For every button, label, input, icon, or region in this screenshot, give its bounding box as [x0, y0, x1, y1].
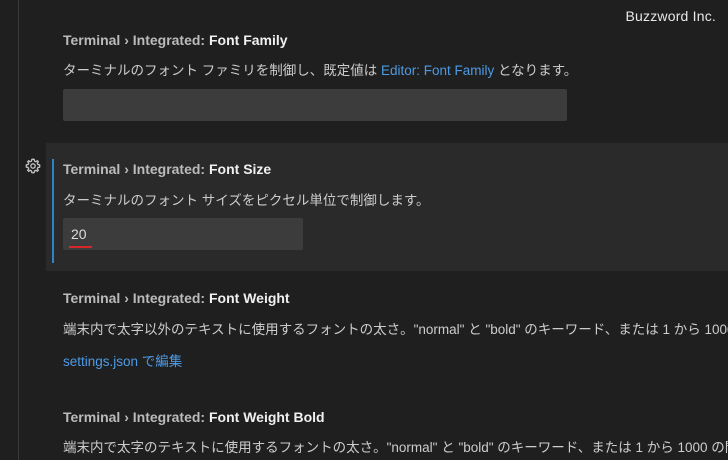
description-text: となります。: [494, 63, 578, 78]
setting-name: Font Weight: [208, 290, 290, 306]
settings-panel: { "watermark": "Buzzword Inc.", "setting…: [0, 0, 728, 460]
setting-font-size[interactable]: Terminal › Integrated: Font Size ターミナルのフ…: [46, 143, 728, 271]
gear-icon[interactable]: [25, 158, 41, 174]
spell-check-underline: [69, 246, 92, 248]
setting-name: Font Size: [208, 161, 272, 177]
setting-title: Terminal › Integrated: Font Size: [63, 161, 271, 177]
setting-description: 端末内で太字のテキストに使用するフォントの太さ。"normal" と "bold…: [63, 440, 728, 455]
setting-description: ターミナルのフォント ファミリを制御し、既定値は Editor: Font Fa…: [63, 59, 577, 79]
setting-category: Terminal › Integrated:: [63, 409, 209, 425]
editor-font-family-link[interactable]: Editor: Font Family: [381, 63, 494, 78]
input-value: 20: [71, 226, 87, 242]
setting-font-family[interactable]: Terminal › Integrated: Font Family ターミナル…: [46, 0, 728, 140]
setting-font-weight[interactable]: Terminal › Integrated: Font Weight 端末内で太…: [46, 271, 728, 381]
tree-indent-guide: [18, 0, 19, 460]
description-text: ターミナルのフォント ファミリを制御し、既定値は: [63, 63, 382, 78]
setting-category: Terminal › Integrated:: [63, 32, 209, 48]
setting-description: ターミナルのフォント サイズをピクセル単位で制御します。: [63, 193, 430, 208]
setting-category: Terminal › Integrated:: [63, 290, 209, 306]
font-size-input[interactable]: 20: [63, 218, 303, 250]
setting-title: Terminal › Integrated: Font Family: [63, 32, 288, 48]
font-family-input[interactable]: [63, 89, 567, 121]
setting-title: Terminal › Integrated: Font Weight Bold: [63, 409, 325, 425]
setting-description: 端末内で太字以外のテキストに使用するフォントの太さ。"normal" と "bo…: [63, 322, 728, 337]
edit-in-settings-json-link[interactable]: settings.json で編集: [63, 350, 182, 370]
setting-name: Font Weight Bold: [208, 409, 325, 425]
setting-title: Terminal › Integrated: Font Weight: [63, 290, 290, 306]
setting-font-weight-bold[interactable]: Terminal › Integrated: Font Weight Bold …: [46, 390, 728, 460]
setting-name: Font Family: [208, 32, 288, 48]
setting-category: Terminal › Integrated:: [63, 161, 209, 177]
